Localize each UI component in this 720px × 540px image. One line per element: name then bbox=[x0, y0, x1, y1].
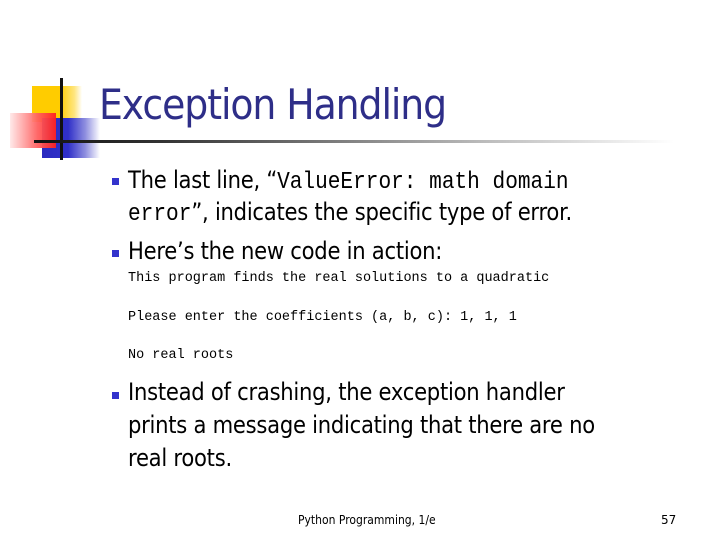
decoration-yellow-square bbox=[32, 86, 82, 122]
decoration-blue-square bbox=[42, 118, 100, 158]
decoration-vertical-line bbox=[60, 78, 63, 160]
bullet-1-code-1: ValueError: math domain bbox=[277, 169, 569, 196]
bullet-marker bbox=[112, 250, 119, 257]
title-underline bbox=[34, 140, 674, 143]
bullet-1-suffix: ”, indicates the specific type of error. bbox=[191, 198, 573, 226]
bullet-1-code-2: error bbox=[128, 201, 192, 228]
bullet-1-prefix: The last line, “ bbox=[128, 166, 278, 194]
footer-text: Python Programming, 1/e bbox=[298, 513, 436, 527]
code-output-line: No real roots bbox=[128, 348, 234, 363]
page-number: 57 bbox=[661, 513, 677, 527]
decoration-red-square bbox=[10, 113, 56, 148]
code-output-line: This program finds the real solutions to… bbox=[128, 271, 550, 286]
bullet-1-line-1: The last line, “ValueError: math domain bbox=[128, 165, 569, 198]
bullet-1-line-2: error”, indicates the specific type of e… bbox=[128, 197, 572, 230]
code-output-line: Please enter the coefficients (a, b, c):… bbox=[128, 310, 517, 325]
bullet-3-line-1: Instead of crashing, the exception handl… bbox=[128, 378, 565, 406]
bullet-marker bbox=[112, 178, 119, 185]
bullet-marker bbox=[112, 392, 119, 399]
slide-title: Exception Handling bbox=[99, 80, 447, 129]
bullet-3-line-2: prints a message indicating that there a… bbox=[128, 411, 595, 439]
bullet-3-line-3: real roots. bbox=[128, 444, 232, 472]
bullet-2-text: Here’s the new code in action: bbox=[128, 237, 443, 265]
